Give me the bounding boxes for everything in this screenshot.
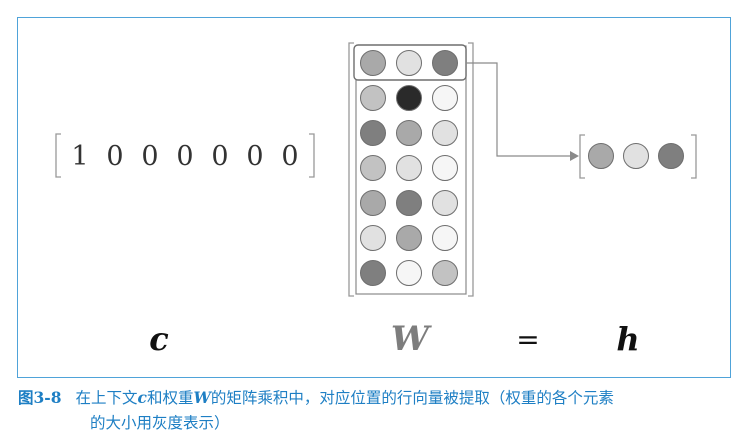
vector-c-values: 1000000 bbox=[71, 141, 298, 172]
matrix-w-right-bracket bbox=[468, 42, 474, 297]
matrix-w-cell bbox=[396, 155, 422, 181]
caption-part1: 在上下文 bbox=[75, 389, 138, 407]
matrix-w-cell bbox=[360, 190, 386, 216]
diagram-canvas: 1000000 c W = h bbox=[55, 42, 697, 359]
extraction-arrow bbox=[466, 62, 570, 157]
matrix-w-circles bbox=[360, 50, 458, 286]
vector-c: 1000000 bbox=[55, 133, 315, 178]
matrix-w-cell bbox=[432, 120, 458, 146]
matrix-w-cell bbox=[396, 260, 422, 286]
figure-caption: 图3-8 在上下文c和权重W的矩阵乘积中，对应位置的行向量被提取（权重的各个元素 … bbox=[18, 385, 738, 436]
matrix-w-cell bbox=[432, 50, 458, 76]
caption-part2: 和权重 bbox=[146, 389, 194, 407]
matrix-w-cell bbox=[396, 225, 422, 251]
matrix-w-cell bbox=[360, 50, 386, 76]
caption-var-w: W bbox=[193, 388, 211, 407]
matrix-w-cell bbox=[432, 225, 458, 251]
figure-label: 图3-8 bbox=[18, 388, 62, 407]
vector-c-value: 0 bbox=[281, 141, 298, 172]
label-equals: = bbox=[516, 323, 539, 356]
label-h: h bbox=[616, 320, 639, 358]
matrix-w-cell bbox=[396, 190, 422, 216]
label-w: W bbox=[391, 319, 432, 359]
vector-c-value: 0 bbox=[106, 141, 123, 172]
caption-var-c: c bbox=[137, 388, 147, 407]
matrix-w-left-bracket bbox=[348, 42, 354, 297]
matrix-w-cell bbox=[396, 85, 422, 111]
label-c: c bbox=[149, 320, 168, 358]
vector-h-cell bbox=[658, 143, 684, 169]
vector-c-right-bracket bbox=[309, 133, 315, 178]
vector-h-cell bbox=[588, 143, 614, 169]
extraction-arrow-head bbox=[570, 151, 579, 161]
vector-c-value: 0 bbox=[141, 141, 158, 172]
caption-part3: 的矩阵乘积中，对应位置的行向量被提取（权重的各个元素 bbox=[210, 389, 614, 407]
vector-h-circles bbox=[588, 143, 684, 169]
matrix-w bbox=[348, 42, 474, 297]
vector-c-value: 0 bbox=[176, 141, 193, 172]
vector-c-value: 1 bbox=[71, 141, 88, 172]
vector-c-left-bracket bbox=[55, 133, 61, 178]
vector-h bbox=[579, 134, 697, 179]
vector-h-right-bracket bbox=[691, 134, 697, 179]
vector-c-value: 0 bbox=[211, 141, 228, 172]
matrix-w-cell bbox=[360, 155, 386, 181]
matrix-w-cell bbox=[360, 225, 386, 251]
matrix-w-cell bbox=[396, 50, 422, 76]
matrix-w-cell bbox=[360, 120, 386, 146]
vector-c-value: 0 bbox=[246, 141, 263, 172]
matrix-w-cell bbox=[360, 260, 386, 286]
caption-line2: 的大小用灰度表示） bbox=[90, 414, 230, 432]
matrix-w-cell bbox=[396, 120, 422, 146]
vector-h-cell bbox=[623, 143, 649, 169]
matrix-w-cell bbox=[432, 190, 458, 216]
matrix-w-cell bbox=[360, 85, 386, 111]
matrix-w-cell bbox=[432, 260, 458, 286]
matrix-w-cell bbox=[432, 155, 458, 181]
vector-h-left-bracket bbox=[579, 134, 585, 179]
matrix-w-cell bbox=[432, 85, 458, 111]
